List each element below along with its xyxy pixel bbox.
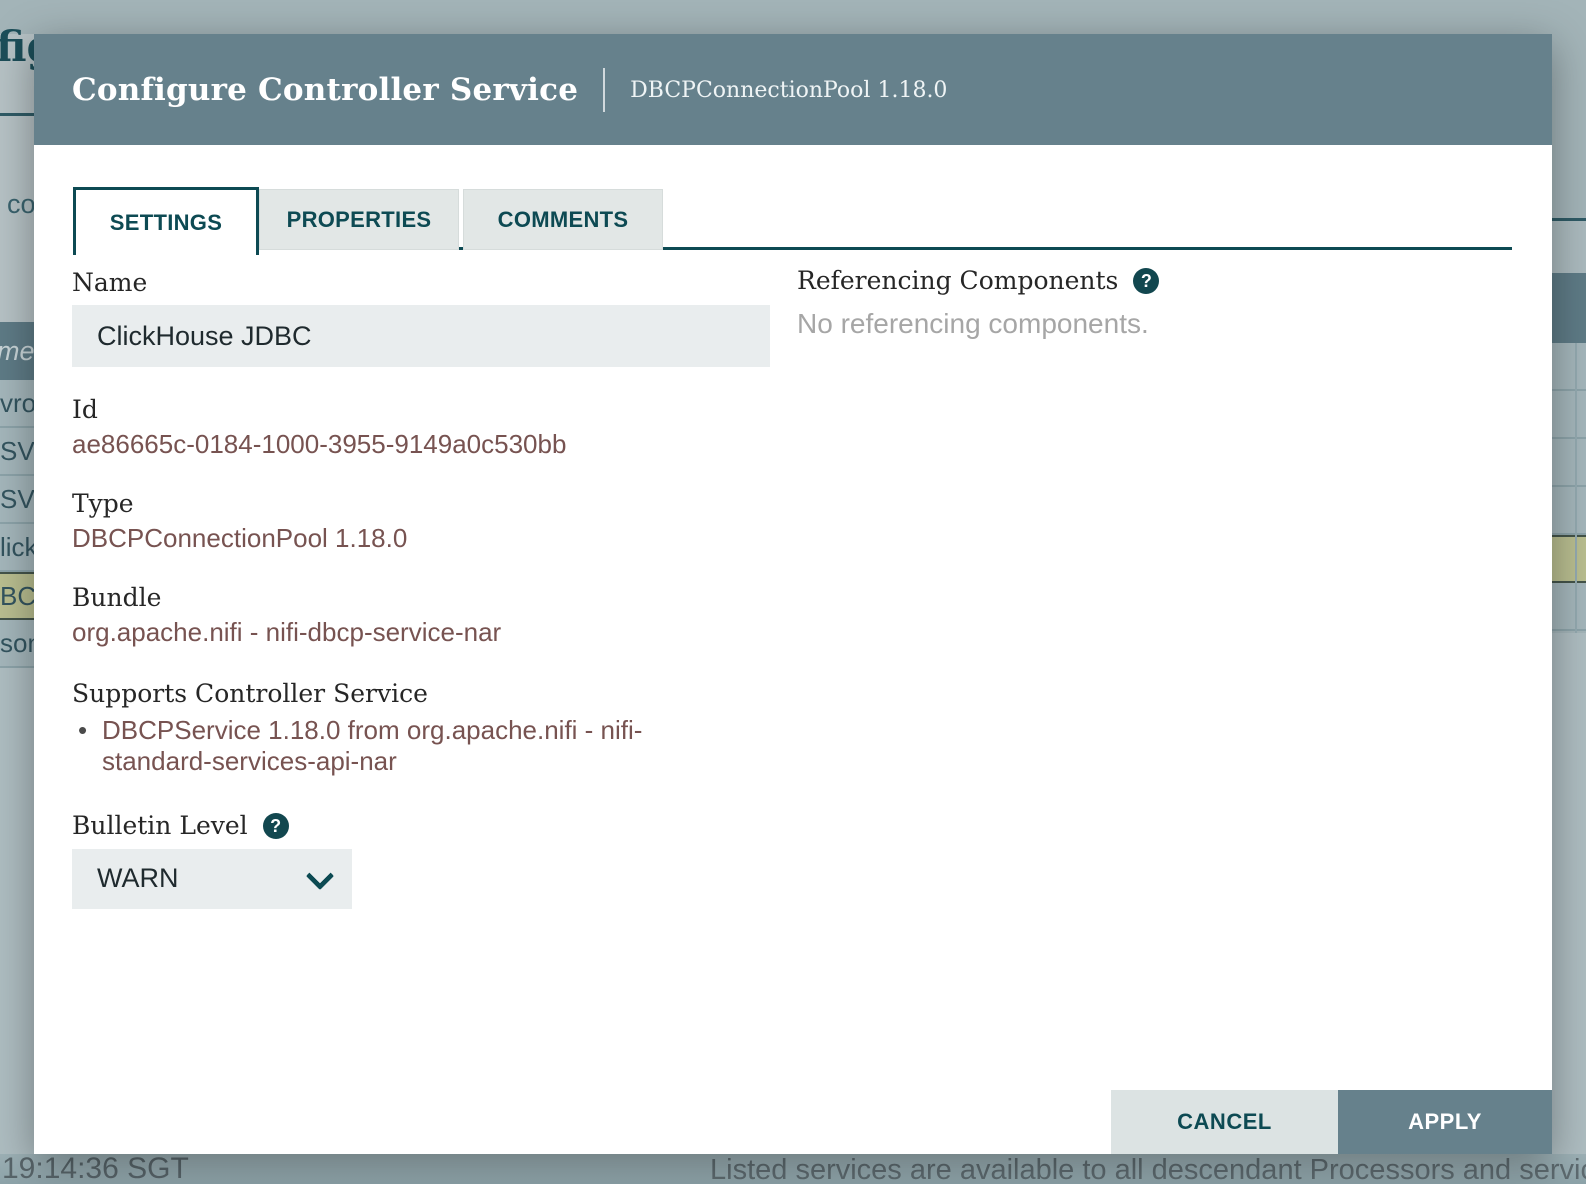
background-table-header: me (0, 322, 34, 380)
background-table-header-label: me (0, 336, 35, 367)
background-panel-right (1552, 34, 1586, 1154)
supports-controller-service-list: DBCPService 1.18.0 from org.apache.nifi … (72, 715, 752, 777)
background-divider-left (0, 113, 34, 116)
screen: fig co me vro SVF SVF lick BCI son (0, 0, 1586, 1184)
title-divider (603, 68, 605, 112)
help-icon[interactable]: ? (263, 813, 289, 839)
help-icon[interactable]: ? (1133, 268, 1159, 294)
table-row: SVF (0, 428, 34, 476)
bulletin-level-row: Bulletin Level ? (72, 811, 770, 841)
cancel-button[interactable]: CANCEL (1111, 1090, 1338, 1154)
background-panel-left-lower (0, 668, 34, 1154)
id-value: ae86665c-0184-1000-3955-9149a0c530bb (72, 428, 770, 461)
dialog-title: Configure Controller Service (72, 72, 578, 108)
tab-comments[interactable]: COMMENTS (463, 189, 663, 250)
supports-controller-service-label: Supports Controller Service (72, 679, 770, 709)
type-label: Type (72, 489, 770, 519)
referencing-components-label: Referencing Components (797, 266, 1118, 296)
apply-button[interactable]: APPLY (1338, 1090, 1552, 1154)
bundle-label: Bundle (72, 583, 770, 613)
background-column-divider (1575, 343, 1577, 633)
bulletin-level-value: WARN (97, 863, 179, 894)
tab-settings[interactable]: SETTINGS (73, 187, 259, 255)
name-label: Name (72, 268, 770, 298)
dialog-subtitle: DBCPConnectionPool 1.18.0 (630, 78, 947, 103)
supported-service-item: DBCPService 1.18.0 from org.apache.nifi … (72, 715, 752, 777)
background-table-rows-right (1552, 343, 1586, 631)
table-row: vro (0, 380, 34, 428)
background-partial-tab: co (7, 189, 36, 220)
tab-properties[interactable]: PROPERTIES (259, 189, 459, 250)
background-table-rows: vro SVF SVF lick BCI son (0, 380, 34, 668)
table-row: SVF (0, 476, 34, 524)
status-note: Listed services are available to all des… (710, 1154, 1586, 1184)
tab-bar: SETTINGS PROPERTIES COMMENTS (73, 187, 1512, 252)
clock-text: 19:14:36 SGT (2, 1152, 189, 1184)
name-input[interactable] (72, 305, 770, 367)
id-label: Id (72, 395, 770, 425)
type-value: DBCPConnectionPool 1.18.0 (72, 522, 770, 555)
bundle-value: org.apache.nifi - nifi-dbcp-service-nar (72, 616, 770, 649)
table-row-selected: BCI (0, 572, 34, 620)
background-panel-left (0, 34, 34, 322)
configure-controller-service-dialog: Configure Controller Service DBCPConnect… (34, 34, 1552, 1154)
dialog-actions: CANCEL APPLY (1111, 1090, 1552, 1154)
table-row: lick (0, 524, 34, 572)
bulletin-level-label: Bulletin Level (72, 811, 248, 841)
background-table-header-right (1552, 273, 1586, 343)
background-status-bar: 19:14:36 SGT Listed services are availab… (0, 1154, 1586, 1184)
referencing-components-section: Referencing Components ? No referencing … (797, 252, 1497, 340)
table-row: son (0, 620, 34, 668)
bulletin-level-select[interactable]: WARN (72, 849, 352, 909)
referencing-components-row: Referencing Components ? (797, 266, 1497, 296)
settings-left-column: Name Id ae86665c-0184-1000-3955-9149a0c5… (72, 252, 770, 909)
referencing-components-empty-text: No referencing components. (797, 308, 1497, 340)
chevron-down-icon (306, 862, 334, 890)
dialog-header: Configure Controller Service DBCPConnect… (34, 34, 1552, 145)
